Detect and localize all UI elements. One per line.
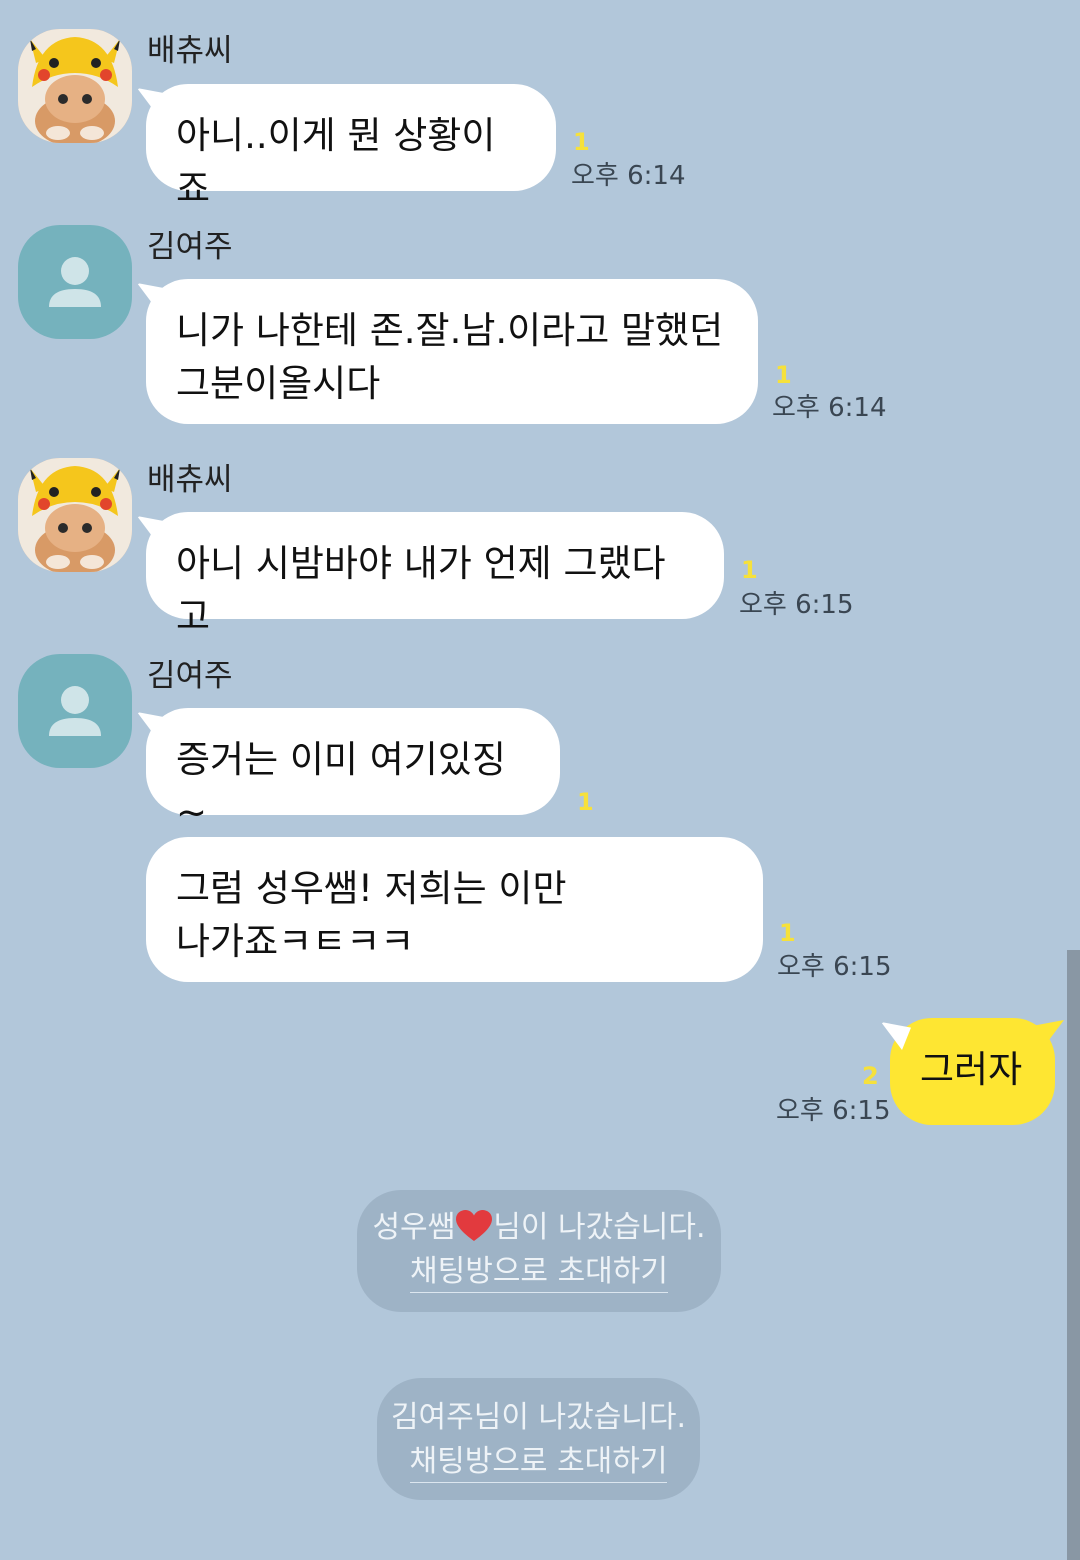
unread-count: 1: [577, 788, 594, 816]
message-bubble[interactable]: 아니..이게 뭔 상황이죠: [146, 84, 556, 210]
unread-count: 1: [775, 361, 792, 389]
default-person-icon: [49, 257, 101, 307]
unread-count: 1: [573, 128, 590, 156]
message-time: 오후 6:14: [571, 161, 686, 191]
sender-name: 배츄씨: [147, 462, 233, 498]
notice-text: 성우쌤 님이 나갔습니다.: [372, 1210, 706, 1245]
profile-avatar-baechu[interactable]: [18, 29, 132, 143]
invite-to-chat-link[interactable]: 채팅방으로 초대하기: [410, 1252, 668, 1293]
message-time: 오후 6:15: [777, 952, 892, 982]
heart-icon: [456, 1210, 493, 1241]
unread-count: 1: [779, 919, 796, 947]
message-bubble[interactable]: 니가 나한테 존.잘.남.이라고 말했던 그분이올시다: [146, 279, 758, 424]
sender-name: 김여주: [147, 658, 233, 694]
scrollbar[interactable]: [1067, 950, 1080, 1560]
unread-count: 1: [741, 556, 758, 584]
profile-avatar-kimyeoju[interactable]: [18, 654, 132, 768]
pikachu-hat-cat-icon: [18, 458, 132, 572]
profile-avatar-baechu[interactable]: [18, 458, 132, 572]
invite-to-chat-link[interactable]: 채팅방으로 초대하기: [409, 1442, 668, 1483]
message-bubble[interactable]: 아니 시밤바야 내가 언제 그랬다고: [146, 512, 724, 638]
system-notice-left: 김여주님이 나갔습니다. 채팅방으로 초대하기: [377, 1378, 700, 1500]
sender-name: 김여주: [147, 229, 233, 265]
message-time: 오후 6:15: [776, 1096, 891, 1126]
message-time: 오후 6:15: [739, 590, 854, 620]
default-person-icon: [49, 686, 101, 736]
unread-count: 2: [862, 1062, 879, 1090]
pikachu-hat-cat-icon: [18, 29, 132, 143]
message-time: 오후 6:14: [772, 393, 887, 423]
my-message-bubble[interactable]: 그러자: [890, 1018, 1055, 1125]
system-notice-left: 성우쌤 님이 나갔습니다. 채팅방으로 초대하기: [357, 1190, 721, 1312]
sender-name: 배츄씨: [147, 33, 233, 69]
message-bubble[interactable]: 그럼 성우쌤! 저희는 이만 나가죠ㅋㅌㅋㅋ: [146, 837, 763, 982]
message-bubble[interactable]: 증거는 이미 여기있징~: [146, 708, 560, 834]
notice-text: 김여주님이 나갔습니다.: [390, 1400, 687, 1435]
profile-avatar-kimyeoju[interactable]: [18, 225, 132, 339]
